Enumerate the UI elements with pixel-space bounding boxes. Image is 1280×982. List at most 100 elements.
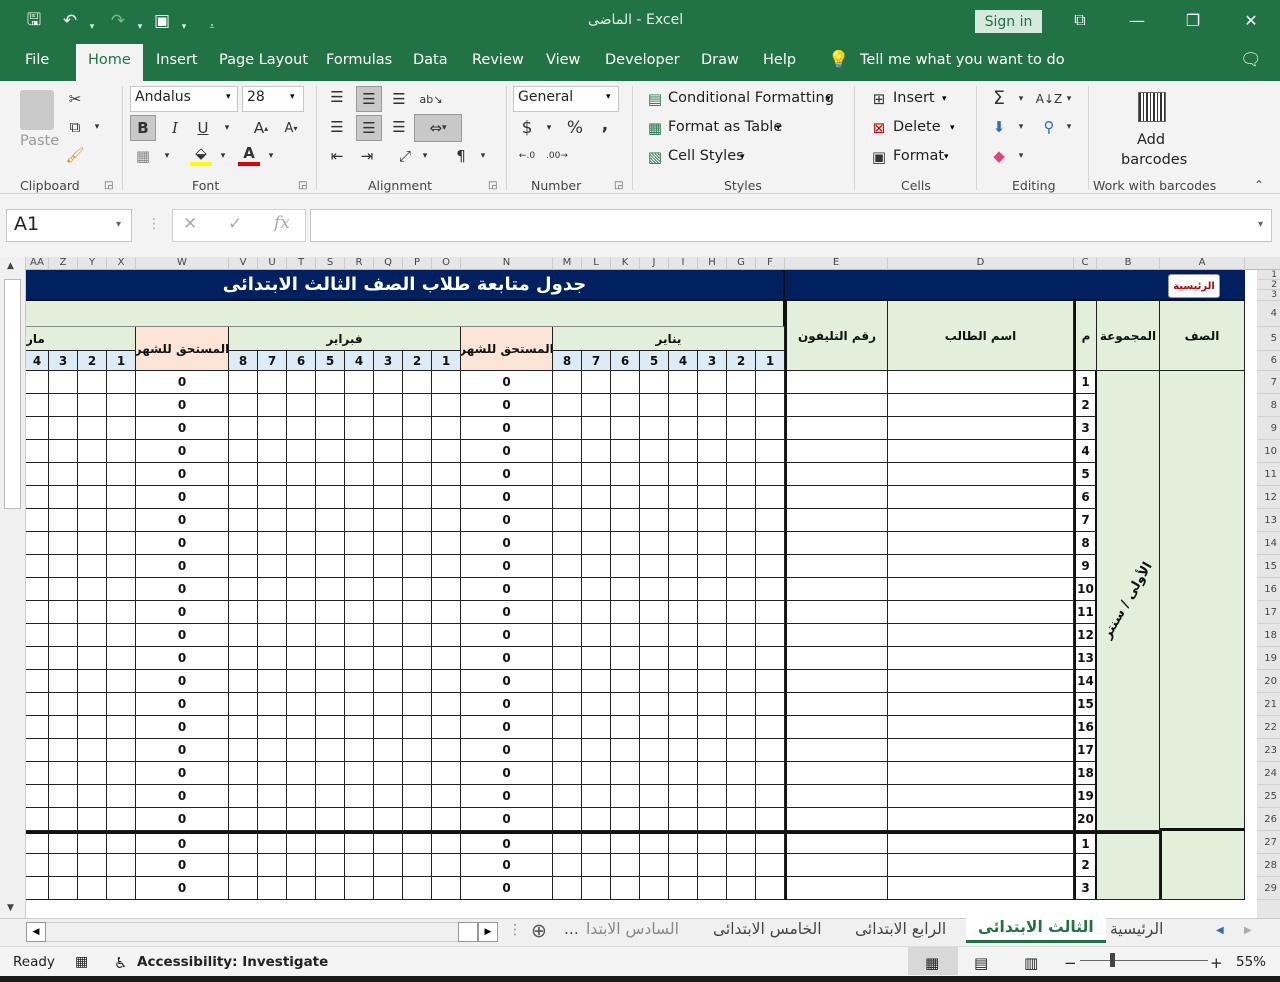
tab-view[interactable]: View: [546, 52, 580, 68]
data-cell[interactable]: [345, 486, 374, 509]
due-cell[interactable]: 0: [136, 555, 229, 578]
data-cell[interactable]: [374, 831, 403, 854]
data-cell[interactable]: [78, 555, 107, 578]
chevron-down-icon[interactable]: ▾: [414, 145, 436, 167]
data-cell[interactable]: [698, 762, 727, 785]
data-cell[interactable]: [403, 509, 432, 532]
data-cell[interactable]: [26, 463, 49, 486]
data-cell[interactable]: [640, 624, 669, 647]
font-color-icon[interactable]: A: [238, 144, 260, 166]
column-header-b[interactable]: B: [1097, 257, 1160, 270]
data-cell[interactable]: [432, 670, 461, 693]
data-cell[interactable]: [374, 463, 403, 486]
chevron-down-icon[interactable]: ▾: [740, 152, 745, 162]
data-cell[interactable]: [403, 463, 432, 486]
data-cell[interactable]: [345, 854, 374, 877]
data-cell[interactable]: [107, 785, 136, 808]
data-cell[interactable]: [49, 716, 78, 739]
data-cell[interactable]: [374, 877, 403, 900]
data-cell[interactable]: [26, 394, 49, 417]
data-cell[interactable]: [345, 624, 374, 647]
data-cell[interactable]: [229, 578, 258, 601]
data-cell[interactable]: [698, 509, 727, 532]
data-cell[interactable]: [49, 739, 78, 762]
data-cell[interactable]: [727, 463, 756, 486]
column-header-r[interactable]: R: [345, 257, 374, 270]
column-header-y[interactable]: Y: [78, 257, 107, 270]
data-cell[interactable]: [727, 739, 756, 762]
data-cell[interactable]: [640, 693, 669, 716]
data-cell[interactable]: [756, 624, 785, 647]
tab-formulas[interactable]: Formulas: [326, 52, 392, 68]
data-cell[interactable]: [432, 601, 461, 624]
data-cell[interactable]: [888, 371, 1074, 394]
minimize-icon[interactable]: —: [1122, 8, 1152, 32]
data-cell[interactable]: [698, 831, 727, 854]
data-cell[interactable]: [49, 532, 78, 555]
data-cell[interactable]: [432, 877, 461, 900]
data-cell[interactable]: [785, 463, 888, 486]
data-cell[interactable]: [785, 670, 888, 693]
data-cell[interactable]: [432, 555, 461, 578]
data-cell[interactable]: [316, 371, 345, 394]
data-cell[interactable]: [727, 555, 756, 578]
normal-view-icon[interactable]: ▦: [925, 954, 939, 972]
data-cell[interactable]: [78, 670, 107, 693]
column-header-e[interactable]: E: [785, 257, 888, 270]
column-header-v[interactable]: V: [229, 257, 258, 270]
data-cell[interactable]: [403, 371, 432, 394]
due-cell[interactable]: 0: [461, 394, 553, 417]
data-cell[interactable]: [698, 463, 727, 486]
align-center-icon[interactable]: ☰: [356, 115, 382, 141]
chevron-down-icon[interactable]: ▾: [212, 145, 234, 167]
maximize-icon[interactable]: ❐: [1178, 8, 1208, 32]
data-cell[interactable]: [258, 486, 287, 509]
data-cell[interactable]: [698, 693, 727, 716]
due-cell[interactable]: 0: [136, 624, 229, 647]
data-cell[interactable]: [888, 693, 1074, 716]
zoom-slider-thumb[interactable]: [1110, 953, 1115, 967]
data-cell[interactable]: [698, 785, 727, 808]
align-middle-icon[interactable]: ☰: [356, 86, 382, 112]
data-cell[interactable]: [26, 762, 49, 785]
data-cell[interactable]: [374, 486, 403, 509]
due-cell[interactable]: 0: [136, 578, 229, 601]
data-cell[interactable]: [432, 693, 461, 716]
data-cell[interactable]: [785, 440, 888, 463]
data-cell[interactable]: [582, 693, 611, 716]
zoom-level[interactable]: 55%: [1236, 954, 1266, 970]
data-cell[interactable]: [785, 624, 888, 647]
data-cell[interactable]: [756, 808, 785, 831]
sheet-grid[interactable]: جدول متابعة طلاب الصف الثالث الابتدائى ال…: [26, 270, 1257, 918]
chevron-down-icon[interactable]: ▾: [260, 145, 282, 167]
data-cell[interactable]: [258, 532, 287, 555]
data-cell[interactable]: [403, 394, 432, 417]
data-cell[interactable]: [49, 417, 78, 440]
data-cell[interactable]: [611, 417, 640, 440]
data-cell[interactable]: [316, 854, 345, 877]
data-cell[interactable]: [669, 555, 698, 578]
chevron-down-icon[interactable]: ▾: [226, 92, 231, 102]
data-cell[interactable]: [316, 578, 345, 601]
data-cell[interactable]: [258, 394, 287, 417]
data-cell[interactable]: [258, 440, 287, 463]
data-cell[interactable]: [611, 808, 640, 831]
column-header-m[interactable]: M: [553, 257, 582, 270]
due-cell[interactable]: 0: [461, 578, 553, 601]
data-cell[interactable]: [553, 555, 582, 578]
data-cell[interactable]: [785, 555, 888, 578]
scroll-thumb[interactable]: [4, 279, 21, 509]
paste-icon[interactable]: [20, 90, 54, 130]
chevron-down-icon[interactable]: ▾: [826, 94, 831, 104]
data-cell[interactable]: [553, 739, 582, 762]
data-cell[interactable]: [727, 647, 756, 670]
data-cell[interactable]: [611, 739, 640, 762]
percent-button[interactable]: %: [564, 117, 586, 139]
due-cell[interactable]: 0: [461, 693, 553, 716]
close-icon[interactable]: ✕: [1236, 8, 1266, 32]
data-cell[interactable]: [26, 647, 49, 670]
increase-decimal-icon[interactable]: ←.0: [516, 145, 538, 167]
data-cell[interactable]: [78, 624, 107, 647]
tab-draw[interactable]: Draw: [701, 52, 739, 68]
data-cell[interactable]: [316, 394, 345, 417]
